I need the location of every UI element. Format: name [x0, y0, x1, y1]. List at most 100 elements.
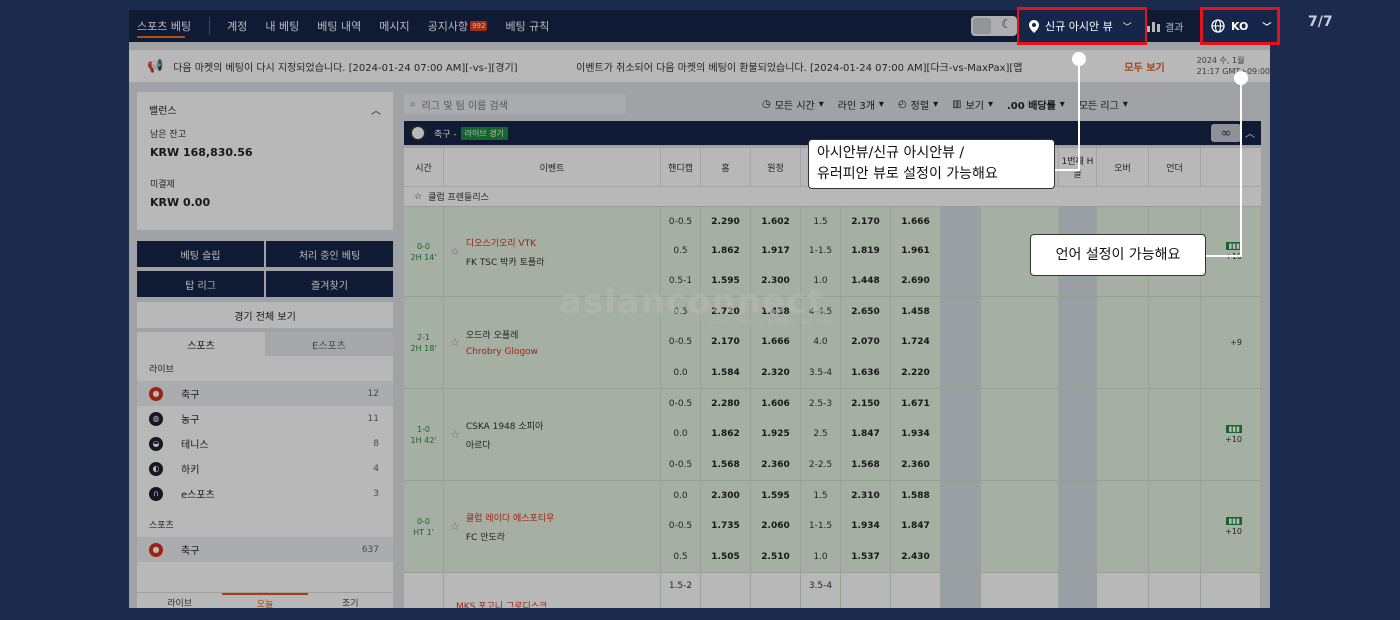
balance-header[interactable]: 밸런스 ︿: [137, 92, 393, 127]
nav-bet-history[interactable]: 베팅 내역: [317, 18, 361, 34]
star-icon[interactable]: ☆: [450, 428, 460, 441]
more-markets[interactable]: +9: [1201, 297, 1261, 388]
odds-format-filter[interactable]: .00 배당률 ▾: [1007, 97, 1065, 112]
odds-button[interactable]: 2.220: [901, 368, 929, 378]
nav-brand-sports-betting[interactable]: 스포츠 베팅: [129, 10, 199, 42]
odds-button[interactable]: 1.458: [901, 307, 929, 317]
theme-toggle[interactable]: ☾: [971, 16, 1017, 36]
odds-button[interactable]: 1.862: [711, 246, 739, 256]
more-markets[interactable]: ▮▮▮+10: [1201, 481, 1261, 572]
odds-button[interactable]: 2.510: [761, 552, 789, 562]
odds-button[interactable]: 1.819: [851, 246, 879, 256]
league-filter[interactable]: 모든 리그 ▾: [1079, 97, 1128, 112]
time-filter[interactable]: ◷ 모든 시간 ▾: [762, 97, 824, 112]
odds-button[interactable]: 2.060: [761, 521, 789, 531]
odds-button[interactable]: 2.280: [711, 399, 739, 409]
search-input[interactable]: 리그 및 팀 이름 검색: [422, 97, 508, 112]
bet-slip-button[interactable]: 베팅 슬립: [137, 241, 264, 267]
sort-filter[interactable]: ◴ 정렬 ▾: [898, 97, 938, 112]
odds-button[interactable]: 1.934: [901, 429, 929, 439]
nav-bet-rules[interactable]: 베팅 규칙: [505, 18, 549, 34]
odds-button[interactable]: 2.430: [901, 552, 929, 562]
tab-early[interactable]: 조기: [308, 593, 393, 608]
tab-esports[interactable]: E스포츠: [265, 332, 393, 356]
view-mode-select[interactable]: 신규 아시안 뷰 ﹀: [1019, 10, 1145, 42]
nav-account[interactable]: 계정: [227, 18, 247, 34]
pending-bets-button[interactable]: 처리 중인 베팅: [266, 241, 393, 267]
odds-button[interactable]: 2.360: [761, 460, 789, 470]
sport-item-soccer-live[interactable]: ● 축구 12: [137, 381, 393, 406]
odds-button[interactable]: 2.170: [711, 337, 739, 347]
odds-button[interactable]: 2.290: [711, 217, 739, 227]
sport-item-tennis-live[interactable]: ◒ 테니스 8: [137, 431, 393, 456]
odds-button[interactable]: 1.847: [851, 429, 879, 439]
star-icon[interactable]: ☆: [450, 520, 460, 533]
view-filter[interactable]: ▥ 보기 ▾: [952, 97, 993, 112]
odds-button[interactable]: 1.666: [761, 337, 789, 347]
favorites-button[interactable]: 즐겨찾기: [266, 271, 393, 297]
infinity-button[interactable]: ∞: [1211, 124, 1241, 142]
odds-button[interactable]: 2.070: [851, 337, 879, 347]
view-all-link[interactable]: 모두 보기: [1124, 59, 1164, 74]
more-markets[interactable]: ▮▮▮+10: [1201, 207, 1261, 296]
odds-button[interactable]: 2.360: [901, 460, 929, 470]
odds-button[interactable]: 1.847: [901, 521, 929, 531]
results-link[interactable]: 결과: [1147, 10, 1183, 42]
league-row[interactable]: ☆ 클럽 프렌들리스: [404, 186, 1261, 206]
odds-button[interactable]: 1.584: [711, 368, 739, 378]
odds-button[interactable]: 1.595: [761, 491, 789, 501]
odds-button[interactable]: 1.588: [901, 491, 929, 501]
match-event[interactable]: ☆ 클럽 레이다 에스포티우 FC 안도라: [444, 481, 661, 572]
odds-button[interactable]: 1.568: [851, 460, 879, 470]
tab-live[interactable]: 라이브: [137, 593, 222, 608]
more-markets[interactable]: ▮▮▮+10: [1201, 389, 1261, 480]
odds-button[interactable]: 2.650: [851, 307, 879, 317]
sport-item-basketball-live[interactable]: ◍ 농구 11: [137, 406, 393, 431]
search-box[interactable]: ⌕ 리그 및 팀 이름 검색: [404, 94, 626, 114]
sport-item-soccer[interactable]: ● 축구 637: [137, 537, 393, 562]
match-event[interactable]: ☆ CSKA 1948 소피아 아르다: [444, 389, 661, 480]
odds-button[interactable]: 1.568: [711, 460, 739, 470]
odds-button[interactable]: 2.690: [901, 276, 929, 286]
chevron-up-icon[interactable]: ︿: [1245, 125, 1255, 140]
star-icon[interactable]: ☆: [450, 245, 460, 258]
nav-messages[interactable]: 메시지: [379, 18, 409, 34]
nav-my-bets[interactable]: 내 베팅: [265, 18, 299, 34]
star-icon[interactable]: ☆: [414, 192, 422, 202]
odds-button[interactable]: 1.671: [901, 399, 929, 409]
odds-button[interactable]: 1.438: [761, 307, 789, 317]
tab-today[interactable]: 오늘: [222, 593, 308, 608]
match-event[interactable]: MKS 포고니 그로디스크: [444, 573, 661, 608]
odds-button[interactable]: 2.720: [711, 307, 739, 317]
match-event[interactable]: ☆ 디오스기오리 VTK FK TSC 박카 토폴라: [444, 207, 661, 296]
odds-button[interactable]: 1.505: [711, 552, 739, 562]
nav-notices[interactable]: 공지사항 992: [428, 18, 488, 34]
tab-sports[interactable]: 스포츠: [137, 332, 265, 356]
odds-button[interactable]: 1.602: [761, 217, 789, 227]
odds-button[interactable]: 2.310: [851, 491, 879, 501]
odds-button[interactable]: 1.724: [901, 337, 929, 347]
odds-button[interactable]: 2.320: [761, 368, 789, 378]
odds-button[interactable]: 1.666: [901, 217, 929, 227]
odds-button[interactable]: 1.934: [851, 521, 879, 531]
odds-button[interactable]: 2.150: [851, 399, 879, 409]
odds-button[interactable]: 1.636: [851, 368, 879, 378]
odds-button[interactable]: 1.917: [761, 246, 789, 256]
sport-item-hockey-live[interactable]: ◐ 하키 4: [137, 456, 393, 481]
odds-button[interactable]: 1.595: [711, 276, 739, 286]
odds-button[interactable]: 2.300: [761, 276, 789, 286]
lines-filter[interactable]: 라인 3개 ▾: [838, 97, 884, 112]
match-event[interactable]: ☆ 오드라 오폴레 Chrobry Glogow: [444, 297, 661, 388]
top-leagues-button[interactable]: 탑 리그: [137, 271, 264, 297]
odds-button[interactable]: 2.170: [851, 217, 879, 227]
sport-item-esports-live[interactable]: ∩ e스포츠 3: [137, 481, 393, 506]
odds-button[interactable]: 1.735: [711, 521, 739, 531]
view-all-matches-button[interactable]: 경기 전체 보기: [137, 302, 393, 328]
odds-button[interactable]: 2.300: [711, 491, 739, 501]
language-select[interactable]: KO ﹀: [1203, 10, 1277, 42]
odds-button[interactable]: 1.606: [761, 399, 789, 409]
odds-button[interactable]: 1.862: [711, 429, 739, 439]
odds-button[interactable]: 1.537: [851, 552, 879, 562]
odds-button[interactable]: 1.961: [901, 246, 929, 256]
odds-button[interactable]: 1.925: [761, 429, 789, 439]
